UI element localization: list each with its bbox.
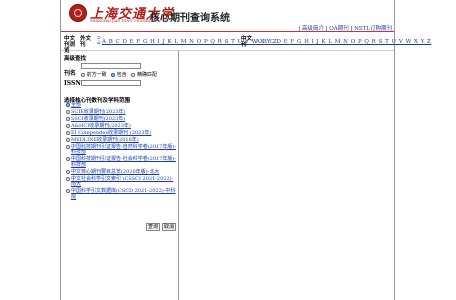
radio-category[interactable] bbox=[66, 117, 70, 121]
radio-category[interactable] bbox=[66, 124, 70, 128]
main-frame: 上海交通大学 SHANGHAI JIAO TONG UNIVERSITY 核心期… bbox=[60, 0, 431, 300]
title-input[interactable] bbox=[81, 63, 141, 69]
radio-category[interactable] bbox=[66, 169, 70, 174]
radio-prefix-match[interactable] bbox=[81, 72, 85, 77]
header-divider bbox=[61, 31, 394, 32]
category-option[interactable]: SCIE收录期刊(2023年) bbox=[64, 109, 178, 115]
advanced-search-title: 高级查找 bbox=[64, 56, 87, 62]
results-area bbox=[179, 51, 394, 300]
category-option[interactable]: A&HCI收录期刊(2023年) bbox=[64, 123, 178, 129]
zh-letter-links[interactable]: A B C D E F G H I J K L M N O P Q R S T … bbox=[256, 39, 431, 45]
issn-input[interactable] bbox=[81, 80, 141, 86]
category-option[interactable]: 全部 bbox=[64, 102, 178, 108]
title-label: 刊名 bbox=[64, 70, 77, 77]
system-title: 核心期刊查询系统 bbox=[150, 13, 230, 24]
category-option[interactable]: 中国科学引文数据库(CSCD 2021-2022)-中科院 bbox=[64, 188, 178, 200]
radio-category[interactable] bbox=[66, 138, 70, 142]
category-option[interactable]: EI Compendex收录期刊 (2023年) bbox=[64, 130, 178, 136]
category-option[interactable]: SSCI收录期刊(2023年) bbox=[64, 116, 178, 122]
option-prefix-label: 前方一致 bbox=[86, 72, 107, 78]
category-option[interactable]: 中国科技期刊引证报告-社会科学卷(2017年版)-科技部 bbox=[64, 157, 178, 168]
radio-category[interactable] bbox=[66, 189, 70, 194]
alphabet-browse-bar: 中文刊浏览 外文刊 0-9 A B C D E F G H I J K L M … bbox=[61, 33, 431, 54]
university-logo-icon bbox=[69, 4, 87, 22]
option-contains-label: 包含 bbox=[116, 72, 127, 78]
category-list: 全部 SCIE收录期刊(2023年) SSCI收录期刊(2023年) A&HCI… bbox=[64, 102, 178, 202]
match-options: 前方一致 包含 精确匹配 bbox=[81, 71, 157, 78]
foreign-browse-label: 外文刊 bbox=[80, 36, 92, 48]
category-option[interactable]: 中国科技期刊引证报告-自然科学卷(2017年版)-科技部 bbox=[64, 144, 178, 156]
category-option[interactable]: 中文社会科学引文索引 (CSSCI 2021-2022)-南大 bbox=[64, 176, 178, 188]
radio-exact-match[interactable] bbox=[131, 72, 136, 77]
radio-category-all[interactable] bbox=[66, 103, 70, 107]
radio-category[interactable] bbox=[66, 157, 70, 162]
radio-category[interactable] bbox=[66, 176, 70, 181]
option-exact-label: 精确匹配 bbox=[137, 72, 158, 78]
search-button[interactable]: 查询 bbox=[146, 223, 160, 231]
header: 上海交通大学 SHANGHAI JIAO TONG UNIVERSITY 核心期… bbox=[61, 0, 394, 32]
numeric-link[interactable]: 0-9 bbox=[95, 36, 100, 45]
radio-category[interactable] bbox=[66, 131, 70, 135]
radio-category[interactable] bbox=[66, 145, 70, 149]
brand-name-en: SHANGHAI JIAO TONG UNIVERSITY bbox=[90, 19, 157, 23]
radio-contains-match[interactable] bbox=[111, 72, 116, 77]
category-option[interactable]: 中文核心期刊要目总览(2020年版)-北大 bbox=[64, 169, 178, 175]
issn-label: ISSN bbox=[64, 80, 81, 87]
search-panel: 高级查找 刊名 前方一致 包含 精确匹配 ISSN 选择核心刊数刊及学科范围 全… bbox=[61, 51, 179, 300]
category-option[interactable]: MEDLINE收录期刊(2018年) bbox=[64, 137, 178, 143]
zh-browse-label-2: 中文刊 bbox=[241, 36, 253, 48]
cancel-button[interactable]: 取消 bbox=[162, 223, 176, 231]
radio-category[interactable] bbox=[66, 110, 70, 114]
